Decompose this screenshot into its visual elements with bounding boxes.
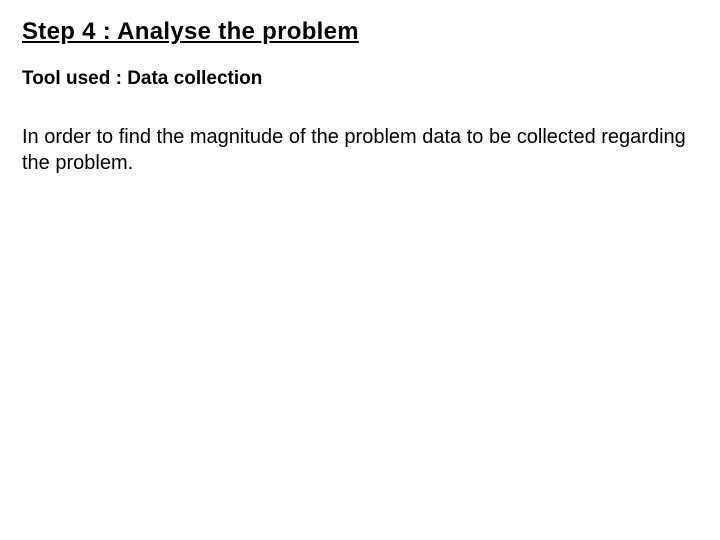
step-heading: Step 4 : Analyse the problem (22, 18, 698, 46)
body-paragraph: In order to find the magnitude of the pr… (22, 124, 698, 176)
tool-subheading: Tool used : Data collection (22, 68, 698, 90)
